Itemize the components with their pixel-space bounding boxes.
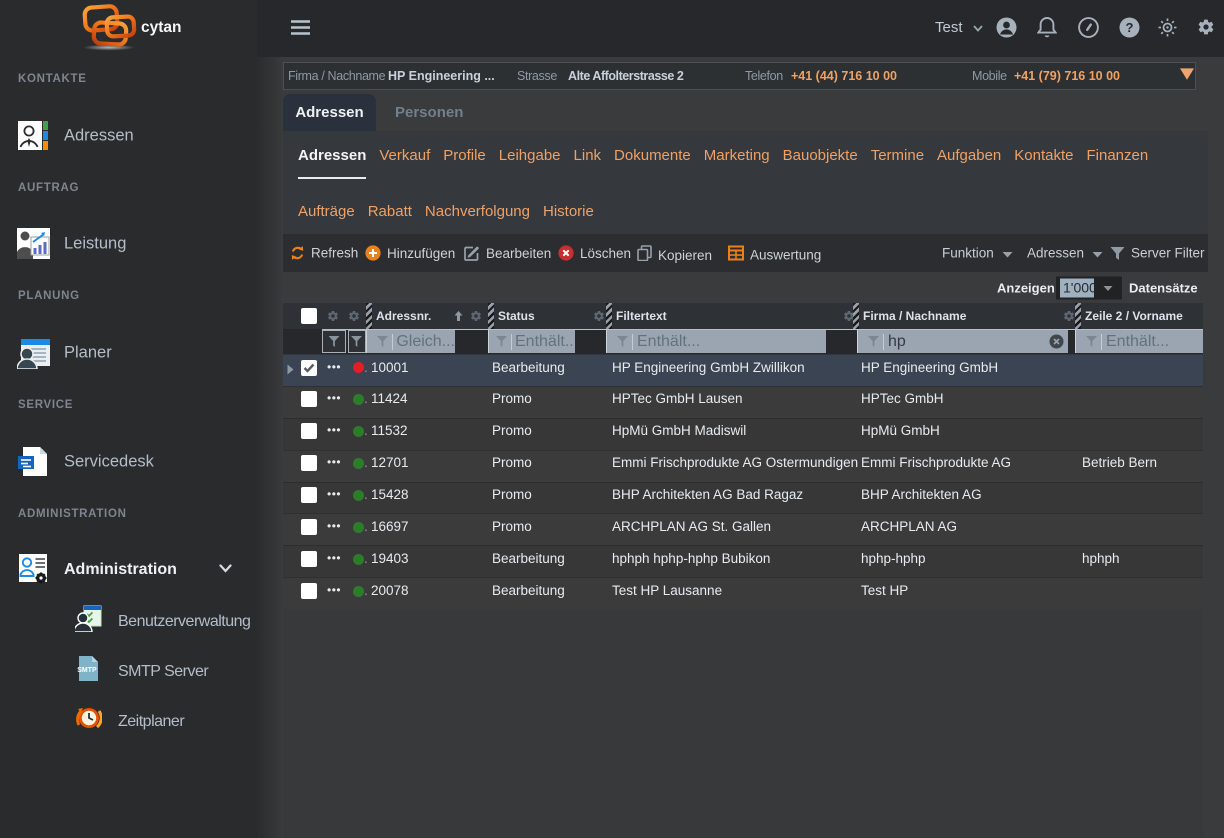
svg-text:?: ? xyxy=(1126,20,1134,35)
svg-text:SMTP: SMTP xyxy=(77,667,97,674)
